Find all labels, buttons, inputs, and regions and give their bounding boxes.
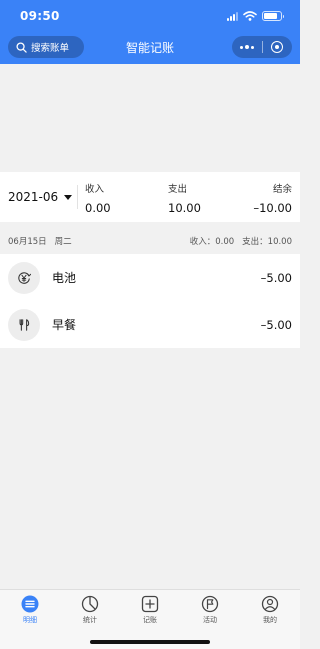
add-box-icon — [141, 595, 159, 613]
day-weekday: 周二 — [54, 237, 72, 247]
list-item[interactable]: 电池 –5.00 — [0, 254, 300, 301]
nav-bar: 搜索账单 智能记账 — [0, 34, 300, 64]
month-value: 2021-06 — [8, 190, 59, 204]
list-item[interactable]: 早餐 –5.00 — [0, 301, 300, 348]
tab-label: 我的 — [263, 616, 277, 624]
target-icon — [271, 41, 284, 53]
battery-icon — [262, 11, 284, 21]
tab-activity[interactable]: 活动 — [180, 595, 240, 626]
status-icons — [227, 10, 284, 22]
search-icon — [16, 41, 27, 53]
tab-label: 记账 — [143, 616, 157, 624]
profile-icon — [261, 595, 279, 613]
expense-summary: 支出 10.00 — [168, 181, 201, 215]
entry-amount: –5.00 — [260, 270, 292, 285]
tab-details[interactable]: 明细 — [0, 595, 60, 626]
caret-down-icon — [64, 194, 73, 200]
signal-icon — [227, 11, 238, 21]
tab-bar: 明细 统计 记账 活动 我的 — [0, 589, 300, 649]
day-income: 收入：0.00 — [189, 237, 235, 247]
day-date: 06月15日 — [8, 237, 47, 247]
balance-label: 结余 — [272, 184, 292, 195]
day-expense: 支出：10.00 — [242, 237, 292, 247]
expense-label: 支出 — [168, 184, 188, 195]
status-time: 09:50 — [20, 9, 60, 23]
expense-value: 10.00 — [168, 201, 201, 215]
yen-cycle-icon — [18, 271, 31, 284]
monthly-summary: 2021-06 收入 0.00 支出 10.00 结余 –10.00 — [0, 172, 300, 222]
tab-statistics[interactable]: 统计 — [60, 595, 120, 626]
more-button[interactable] — [232, 36, 262, 58]
mini-program-capsule — [232, 36, 292, 58]
list-icon — [21, 595, 39, 613]
search-label: 搜索账单 — [31, 43, 70, 54]
entry-list: 电池 –5.00 早餐 –5.00 — [0, 254, 300, 348]
day-group: 06月15日 周二 收入：0.00 支出：10.00 电池 –5.00 早餐 –… — [0, 228, 300, 348]
day-header: 06月15日 周二 收入：0.00 支出：10.00 — [0, 228, 300, 254]
tab-add-record[interactable]: 记账 — [120, 595, 180, 626]
income-label: 收入 — [85, 184, 105, 195]
entry-name: 电池 — [52, 271, 77, 285]
month-selector[interactable]: 2021-06 — [8, 190, 73, 204]
summary-divider — [77, 185, 78, 209]
pie-chart-icon — [81, 595, 99, 613]
income-value: 0.00 — [85, 201, 111, 215]
status-bar: 09:50 — [0, 0, 300, 34]
close-mini-program-button[interactable] — [263, 36, 293, 58]
more-dots-icon — [239, 45, 254, 49]
home-indicator — [90, 640, 210, 644]
tab-label: 统计 — [83, 616, 97, 624]
income-summary: 收入 0.00 — [85, 181, 111, 215]
balance-summary: 结余 –10.00 — [253, 181, 292, 215]
tab-label: 活动 — [203, 616, 217, 624]
entry-name: 早餐 — [52, 318, 77, 332]
balance-value: –10.00 — [253, 201, 292, 215]
tab-profile[interactable]: 我的 — [240, 595, 300, 626]
entry-category-icon — [8, 308, 40, 341]
wifi-icon — [243, 11, 257, 21]
search-button[interactable]: 搜索账单 — [8, 36, 84, 58]
entry-amount: –5.00 — [260, 317, 292, 332]
entry-category-icon — [8, 261, 40, 294]
tab-label: 明细 — [23, 616, 37, 624]
fork-knife-icon — [19, 318, 30, 331]
flag-icon — [201, 595, 219, 613]
